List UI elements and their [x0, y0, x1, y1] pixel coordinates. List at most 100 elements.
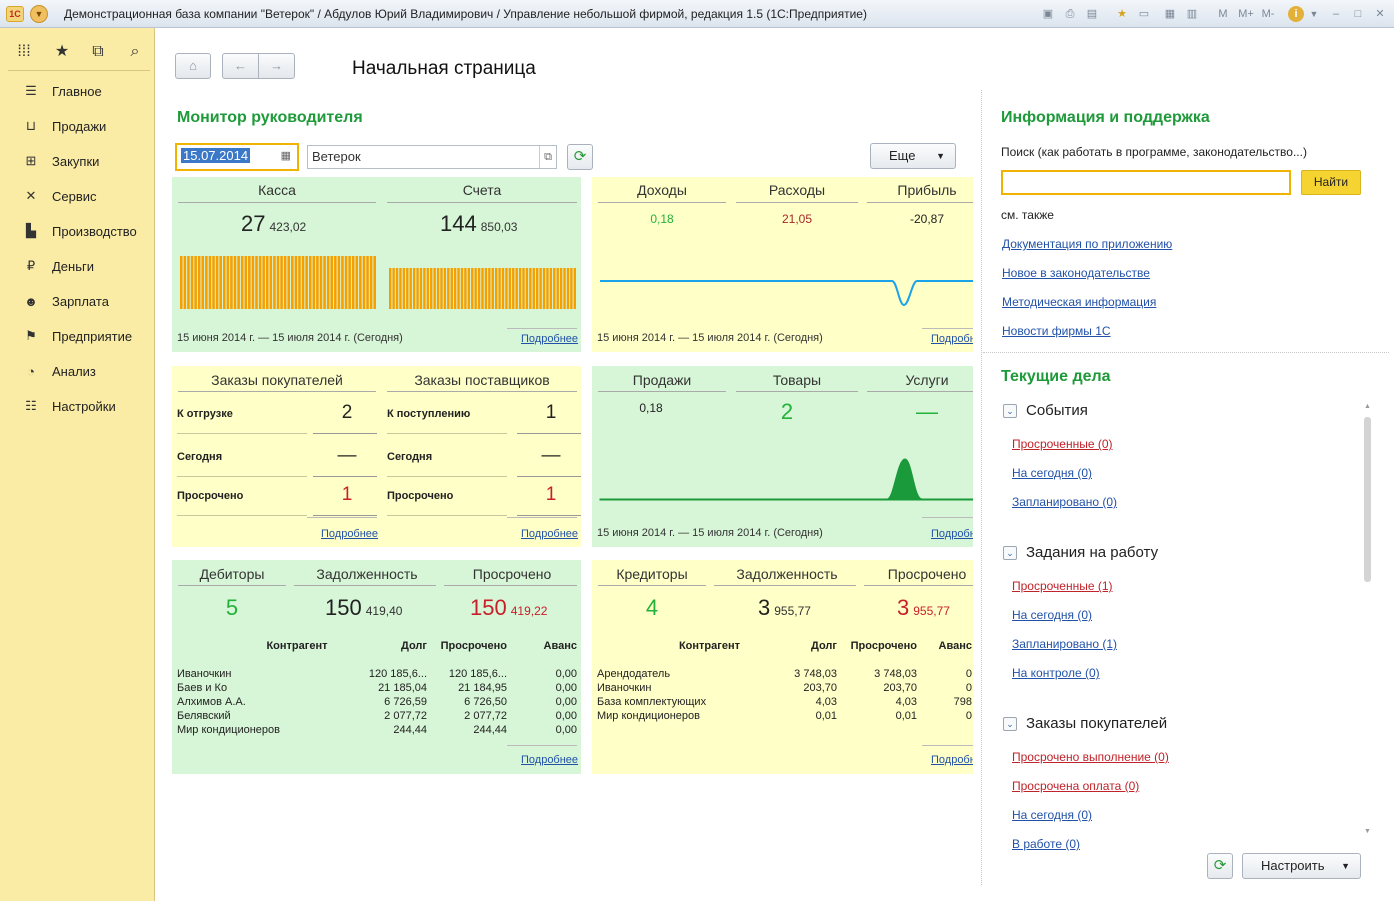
scroll-up-icon[interactable]: ▲ [1364, 403, 1371, 410]
bar [549, 268, 553, 309]
task-link[interactable]: Запланировано (1) [1012, 637, 1117, 651]
flag-icon: ⚑ [25, 328, 37, 343]
order-row-value[interactable]: — [317, 445, 377, 467]
favorites-icon[interactable]: ★ [50, 40, 74, 64]
credit-debt-frac: 955,77 [774, 604, 811, 618]
task-link[interactable]: Просроченные (1) [1012, 579, 1113, 593]
info-link[interactable]: Новое в законодательстве [1002, 266, 1150, 280]
sales-area-chart [599, 458, 973, 501]
task-link[interactable]: На сегодня (0) [1012, 608, 1092, 622]
row-divider [517, 515, 581, 516]
help-search-input[interactable] [1001, 170, 1291, 195]
document-icon[interactable]: ▭ [1136, 6, 1152, 22]
refresh-tasks-button[interactable]: ⟳ [1207, 853, 1233, 879]
scroll-down-icon[interactable]: ▼ [1364, 828, 1371, 835]
task-link[interactable]: На сегодня (0) [1012, 808, 1092, 822]
task-link[interactable]: На сегодня (0) [1012, 466, 1092, 480]
refresh-monitor-button[interactable]: ⟳ [567, 144, 593, 170]
info-dropdown-icon[interactable]: ▼ [1306, 6, 1322, 22]
task-group-title[interactable]: События [1026, 402, 1088, 419]
save-icon[interactable]: ▣ [1040, 6, 1056, 22]
table-cell: Белявский [177, 710, 231, 722]
sidebar-item-7[interactable]: ⚑ Предприятие [0, 320, 155, 352]
forward-button[interactable]: → [258, 53, 295, 79]
info-icon[interactable]: i [1288, 6, 1304, 22]
more-link[interactable]: Подробнее [521, 528, 578, 540]
task-link[interactable]: На контроле (0) [1012, 666, 1100, 680]
row-divider [313, 476, 377, 477]
calendar-picker-icon[interactable]: ▦ [281, 145, 291, 167]
table-cell: Иваночкин [177, 668, 232, 680]
sidebar-item-3[interactable]: ✕ Сервис [0, 180, 155, 212]
more-link[interactable]: Подробнее [931, 333, 973, 345]
collapse-toggle-icon[interactable]: ⌄ [1003, 717, 1017, 731]
header-divider [736, 202, 858, 203]
more-link[interactable]: Подробнее [931, 528, 973, 540]
sidebar-item-8[interactable]: ◔ Анализ [0, 355, 155, 387]
find-button[interactable]: Найти [1301, 170, 1361, 195]
configure-button[interactable]: Настроить ▼ [1242, 853, 1361, 879]
task-link[interactable]: В работе (0) [1012, 837, 1080, 851]
info-link[interactable]: Методическая информация [1002, 295, 1156, 309]
sidebar-item-0[interactable]: ☰ Главное [0, 75, 155, 107]
calculator-icon[interactable]: ▦ [1162, 6, 1178, 22]
order-row-value[interactable]: 2 [317, 402, 377, 424]
order-row-value[interactable]: 1 [521, 402, 581, 424]
overdue-label: Просрочено [887, 566, 967, 582]
home-button[interactable]: ⌂ [175, 53, 211, 79]
tasks-scrollbar[interactable] [1364, 417, 1371, 582]
overdue-amount: 150 419,22 [470, 595, 547, 621]
collapse-toggle-icon[interactable]: ⌄ [1003, 546, 1017, 560]
more-link[interactable]: Подробнее [321, 528, 378, 540]
bar [348, 256, 351, 309]
sidebar-item-1[interactable]: ⊔ Продажи [0, 110, 155, 142]
info-link[interactable]: Новости фирмы 1С [1002, 324, 1111, 338]
more-link[interactable]: Подробнее [521, 333, 578, 345]
order-row-value[interactable]: 1 [317, 484, 377, 506]
task-link[interactable]: Просрочено выполнение (0) [1012, 750, 1169, 764]
favorite-icon[interactable]: ★ [1114, 6, 1130, 22]
collapse-toggle-icon[interactable]: ⌄ [1003, 404, 1017, 418]
task-link[interactable]: Просрочена оплата (0) [1012, 779, 1139, 793]
sidebar-item-9[interactable]: ☷ Настройки [0, 390, 155, 422]
preview-icon[interactable]: ▤ [1084, 6, 1100, 22]
header-divider [598, 202, 726, 203]
history-icon[interactable]: ⧉ [86, 40, 110, 64]
order-row-value[interactable]: — [521, 445, 581, 467]
bar [283, 256, 287, 309]
row-divider [177, 515, 307, 516]
task-group-title[interactable]: Заказы покупателей [1026, 715, 1167, 732]
bar [484, 268, 488, 309]
print-icon[interactable]: ⎙ [1062, 6, 1078, 22]
company-field[interactable]: Ветерок ⧉ [307, 145, 557, 169]
header-divider [864, 585, 973, 586]
more-link[interactable]: Подробнее [931, 754, 973, 766]
sidebar-item-4[interactable]: ▙ Производство [0, 215, 155, 247]
task-link[interactable]: Запланировано (0) [1012, 495, 1117, 509]
bar [464, 268, 467, 309]
back-button[interactable]: ← [222, 53, 259, 79]
search-icon[interactable]: ⌕ [123, 40, 147, 64]
main-menu-button[interactable]: ▼ [30, 5, 48, 23]
more-link[interactable]: Подробнее [521, 754, 578, 766]
sidebar-item-2[interactable]: ⊞ Закупки [0, 145, 155, 177]
all-functions-icon[interactable]: ⁞⁞⁞ [12, 40, 36, 64]
maximize-icon[interactable]: □ [1350, 6, 1366, 22]
close-icon[interactable]: ✕ [1372, 6, 1388, 22]
order-row-value[interactable]: 1 [521, 484, 581, 506]
info-link[interactable]: Документация по приложению [1002, 237, 1172, 251]
task-link[interactable]: Просроченные (0) [1012, 437, 1113, 451]
task-group-title[interactable]: Задания на работу [1026, 544, 1158, 561]
sidebar-item-6[interactable]: ☻ Зарплата [0, 285, 155, 317]
more-actions-button[interactable]: Еще ▼ [870, 143, 956, 169]
date-field[interactable]: 15.07.2014 ▦ [175, 143, 299, 171]
calendar-icon[interactable]: ▥ [1184, 6, 1200, 22]
memory-m-button[interactable]: M [1214, 6, 1232, 22]
link-divider [307, 517, 377, 518]
bar [491, 268, 494, 309]
minimize-icon[interactable]: – [1328, 6, 1344, 22]
open-company-icon[interactable]: ⧉ [539, 146, 552, 168]
sidebar-item-5[interactable]: ₽ Деньги [0, 250, 155, 282]
memory-minus-button[interactable]: M- [1258, 6, 1278, 22]
memory-plus-button[interactable]: M+ [1236, 6, 1256, 22]
